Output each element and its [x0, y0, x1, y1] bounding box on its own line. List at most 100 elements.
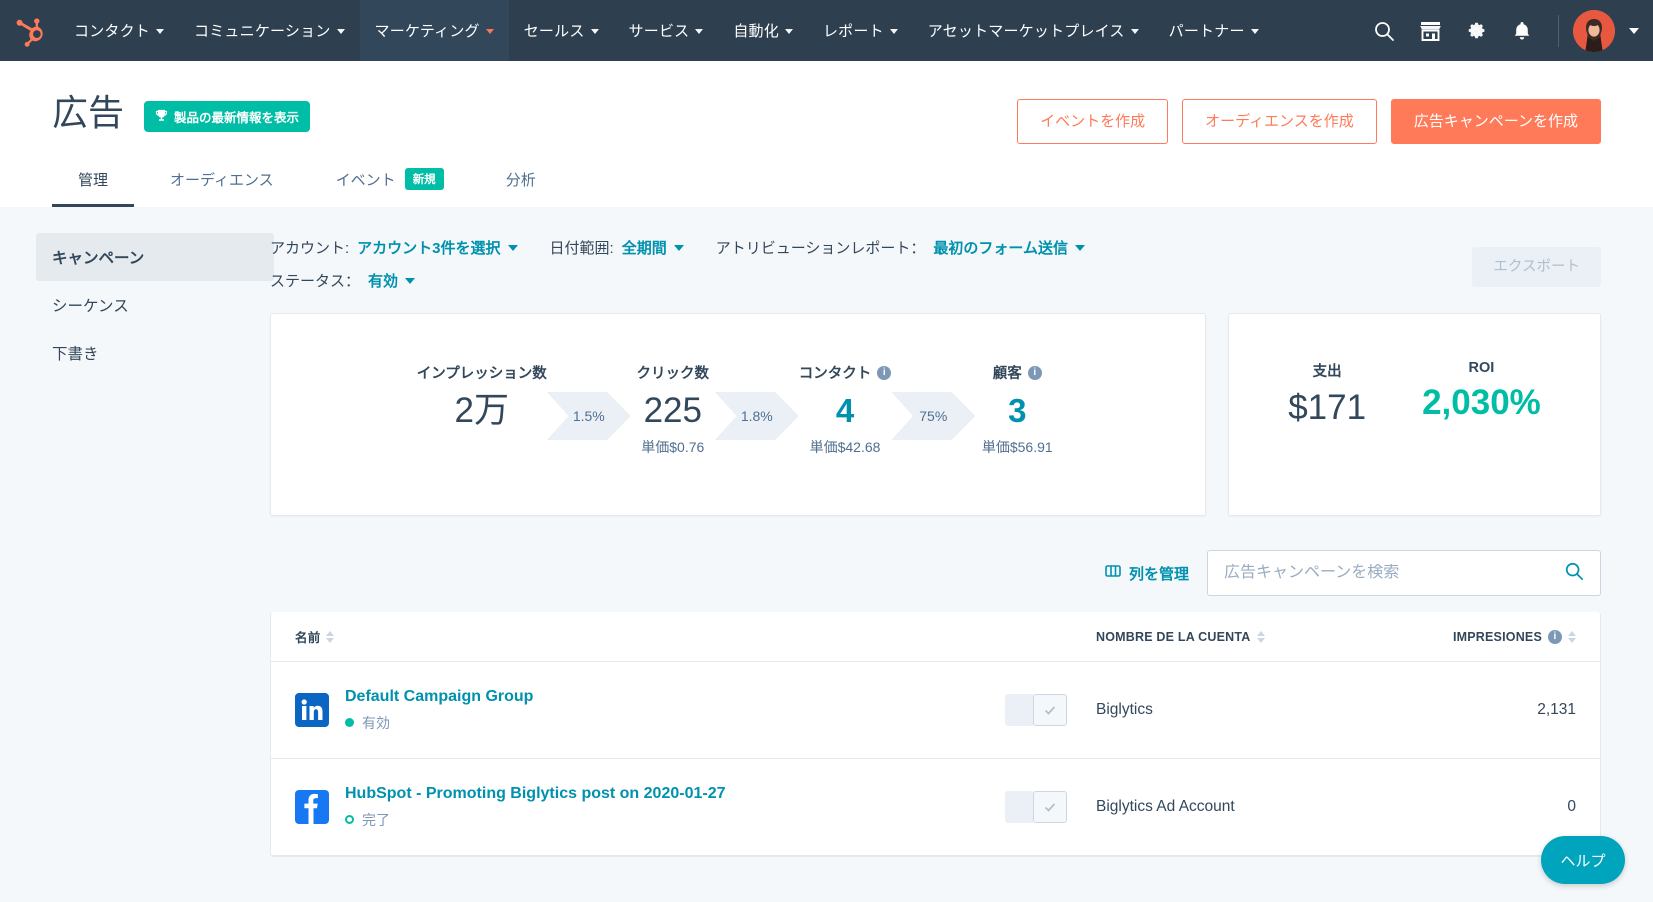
search-icon[interactable]: [1564, 561, 1584, 586]
info-icon[interactable]: i: [1027, 365, 1042, 380]
page-header-actions: イベントを作成 オーディエンスを作成 広告キャンペーンを作成: [1017, 91, 1601, 144]
table-toolbar: 列を管理: [270, 550, 1601, 596]
nav-item-label: コンタクト: [74, 23, 151, 40]
roi-card: 支出 $171 ROI 2,030%: [1228, 313, 1601, 516]
sort-ascending-icon: [326, 630, 335, 636]
search-campaigns-box[interactable]: [1207, 550, 1601, 596]
chevron-down-icon: [889, 29, 898, 34]
page-title: 広告: [52, 92, 125, 133]
campaign-toggle-cell: [976, 791, 1096, 823]
funnel-step-value: 225: [643, 391, 702, 430]
chevron-down-icon: [1074, 244, 1085, 251]
column-header-account-name[interactable]: NOMBRE DE LA CUENTA: [1096, 630, 1396, 644]
nav-item-contacts[interactable]: コンタクト: [59, 0, 179, 61]
campaign-status-label: 完了: [362, 811, 390, 828]
page-body: キャンペーン シーケンス 下書き アカウント: アカウント3件を選択 日付範囲:…: [0, 207, 1653, 883]
tab-label: イベント: [335, 171, 396, 189]
nav-item-reports[interactable]: レポート: [808, 0, 913, 61]
funnel-step-label: インプレッション数: [416, 366, 547, 382]
trophy-icon: [155, 109, 168, 125]
nav-item-marketing[interactable]: マーケティング: [359, 0, 509, 61]
sidebar-item-drafts[interactable]: 下書き: [36, 329, 274, 377]
help-button[interactable]: ヘルプ: [1541, 836, 1625, 884]
search-input[interactable]: [1224, 564, 1564, 582]
funnel-step-value[interactable]: 3: [975, 387, 1059, 435]
nav-item-asset-marketplace[interactable]: アセットマーケットプレイス: [913, 0, 1154, 61]
column-header-name[interactable]: 名前: [295, 627, 1096, 646]
sidebar-item-campaigns[interactable]: キャンペーン: [36, 233, 274, 281]
spend-value: $171: [1288, 388, 1367, 427]
nav-item-service[interactable]: サービス: [614, 0, 719, 61]
campaign-status-toggle[interactable]: [1005, 694, 1067, 726]
facebook-icon: [295, 790, 329, 824]
page-header: 広告 製品の最新情報を表示 イベントを作成 オーディエンスを作成 広告キャンペー…: [0, 61, 1653, 207]
nav-item-communications[interactable]: コミュニケーション: [179, 0, 360, 61]
campaign-name-block: Default Campaign Group 有効: [345, 688, 533, 733]
nav-item-automation[interactable]: 自動化: [718, 0, 808, 61]
column-header-label: IMPRESIONES: [1452, 629, 1542, 644]
nav-item-partners[interactable]: パートナー: [1154, 0, 1274, 61]
search-icon[interactable]: [1362, 9, 1406, 53]
tab-audience[interactable]: オーディエンス: [144, 168, 300, 207]
create-ad-campaign-button[interactable]: 広告キャンペーンを作成: [1390, 99, 1601, 144]
hubspot-logo[interactable]: [0, 0, 59, 61]
product-updates-badge[interactable]: 製品の最新情報を表示: [144, 101, 311, 132]
chevron-down-icon: [695, 29, 704, 34]
top-navigation-bar: コンタクト コミュニケーション マーケティング セールス サービス 自動化 レポ…: [0, 0, 1653, 61]
account-name-cell: Biglytics Ad Account: [1096, 798, 1235, 815]
sidebar-item-label: キャンペーン: [52, 250, 145, 267]
settings-gear-icon[interactable]: [1454, 9, 1498, 53]
info-icon[interactable]: i: [877, 365, 892, 380]
campaign-name-link[interactable]: Default Campaign Group: [345, 688, 533, 706]
column-header-impressions[interactable]: IMPRESIONES i: [1396, 629, 1576, 644]
nav-item-sales[interactable]: セールス: [509, 0, 614, 61]
nav-utility-icons: [1362, 0, 1653, 61]
impressions-cell: 2,131: [1537, 701, 1576, 718]
campaign-name-link[interactable]: HubSpot - Promoting Biglytics post on 20…: [345, 785, 726, 803]
sidebar-item-label: 下書き: [52, 346, 99, 363]
funnel-step-value[interactable]: 4: [799, 387, 892, 435]
nav-item-label: コミュニケーション: [194, 23, 331, 40]
sort-icon[interactable]: [326, 630, 335, 643]
info-icon[interactable]: i: [1548, 629, 1562, 644]
main-content: アカウント: アカウント3件を選択 日付範囲: 全期間 アトリビューションレポー…: [260, 207, 1653, 883]
notifications-bell-icon[interactable]: [1500, 9, 1544, 53]
hubspot-logo-icon: [16, 17, 43, 47]
account-filter-value: アカウント3件を選択: [357, 240, 501, 257]
account-filter-dropdown[interactable]: アカウント3件を選択: [357, 237, 518, 258]
status-filter-dropdown[interactable]: 有効: [368, 270, 416, 291]
account-name-cell: Biglytics: [1096, 701, 1153, 718]
funnel-conversion-3: 75%: [891, 392, 976, 440]
tab-events[interactable]: イベント 新規: [310, 168, 470, 207]
date-range-filter-dropdown[interactable]: 全期間: [622, 237, 684, 258]
export-button[interactable]: エクスポート: [1472, 247, 1601, 287]
tab-analytics[interactable]: 分析: [480, 168, 562, 207]
sort-icon[interactable]: [1256, 630, 1265, 643]
chevron-down-icon: [507, 244, 518, 251]
avatar[interactable]: [1573, 9, 1615, 52]
campaign-status: 完了: [345, 810, 726, 830]
product-updates-badge-label: 製品の最新情報を表示: [174, 111, 300, 125]
status-filter-value: 有効: [368, 273, 399, 290]
nav-item-label: セールス: [523, 23, 585, 40]
table-row[interactable]: HubSpot - Promoting Biglytics post on 20…: [271, 759, 1600, 856]
chevron-down-icon: [590, 29, 599, 34]
funnel-step-customers: 顧客 i 3 単価$56.91: [975, 362, 1059, 457]
manage-columns-button[interactable]: 列を管理: [1105, 563, 1189, 584]
sort-icon[interactable]: [1568, 630, 1576, 643]
tab-manage[interactable]: 管理: [52, 168, 135, 207]
campaign-status-toggle[interactable]: [1005, 791, 1067, 823]
attribution-report-dropdown[interactable]: 最初のフォーム送信: [933, 237, 1085, 258]
funnel-conversion-1: 1.5%: [546, 392, 631, 440]
sidebar: キャンペーン シーケンス 下書き: [0, 207, 274, 883]
table-row[interactable]: Default Campaign Group 有効 Biglytics 2,13…: [271, 662, 1600, 759]
toggle-knob: [1033, 694, 1067, 726]
nav-item-label: 自動化: [733, 23, 779, 40]
sidebar-item-sequences[interactable]: シーケンス: [36, 281, 274, 329]
account-menu-chevron-icon[interactable]: [1629, 27, 1639, 34]
campaign-name-cell: Default Campaign Group 有効: [295, 688, 976, 733]
marketplace-icon[interactable]: [1408, 9, 1452, 53]
create-event-button[interactable]: イベントを作成: [1017, 99, 1169, 144]
create-audience-button[interactable]: オーディエンスを作成: [1182, 99, 1377, 144]
chevron-down-icon: [1250, 29, 1259, 34]
